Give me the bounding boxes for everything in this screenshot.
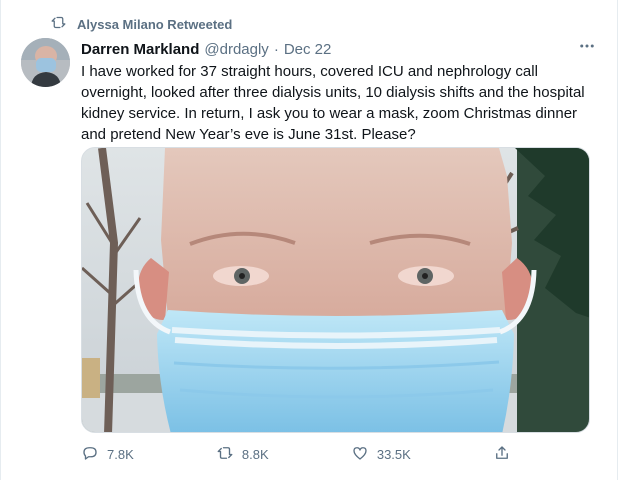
tweet-photo[interactable] bbox=[81, 147, 590, 433]
reply-count: 7.8K bbox=[107, 446, 134, 462]
retweet-context[interactable]: Alyssa Milano Retweeted bbox=[50, 14, 232, 34]
like-count: 33.5K bbox=[376, 446, 411, 462]
retweet-button[interactable]: 8.8K bbox=[216, 444, 269, 465]
tweet-actions: 7.8K 8.8K 33.5K bbox=[81, 443, 511, 465]
retweet-icon bbox=[50, 14, 77, 34]
more-options-icon bbox=[578, 37, 596, 60]
author-avatar[interactable] bbox=[21, 38, 70, 87]
reply-button[interactable]: 7.8K bbox=[81, 444, 134, 465]
reply-icon bbox=[81, 444, 107, 465]
more-options-button[interactable] bbox=[575, 38, 599, 58]
retweet-count: 8.8K bbox=[241, 446, 269, 462]
retweet-icon bbox=[216, 444, 242, 465]
tweet-text: I have worked for 37 straight hours, cov… bbox=[81, 63, 585, 143]
author-name[interactable]: Darren Markland bbox=[81, 41, 199, 58]
retweet-context-label: Alyssa Milano Retweeted bbox=[77, 16, 233, 32]
like-button[interactable]: 33.5K bbox=[351, 444, 411, 465]
like-icon bbox=[351, 444, 377, 465]
share-icon bbox=[493, 444, 511, 465]
share-button[interactable] bbox=[493, 444, 511, 465]
tweet-header: Darren Markland @drdagly · Dec 22 bbox=[81, 38, 331, 60]
header-separator: · bbox=[273, 40, 279, 58]
tweet-card[interactable]: Alyssa Milano Retweeted Darren Markland … bbox=[0, 0, 618, 480]
author-handle[interactable]: @drdagly bbox=[204, 41, 268, 58]
tweet-date[interactable]: Dec 22 bbox=[284, 41, 332, 58]
